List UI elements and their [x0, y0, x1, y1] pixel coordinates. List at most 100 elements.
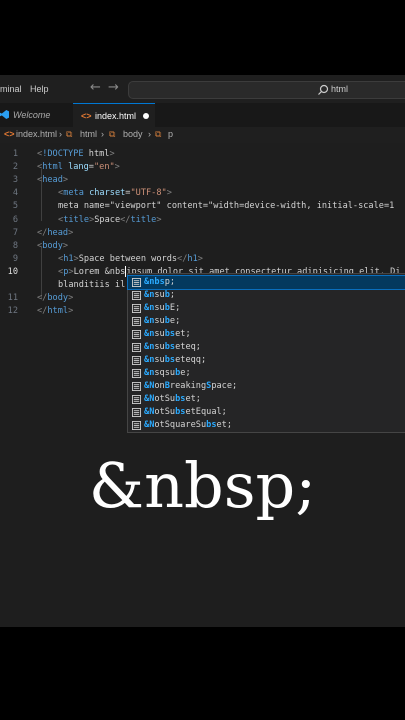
suggestion-label: &NotSubset; — [144, 394, 201, 404]
suggestion-label: &NotSubsetEqual; — [144, 407, 227, 417]
suggestion-item[interactable]: &nsubset; — [128, 328, 405, 341]
suggestion-label: &nsqsube; — [144, 368, 191, 378]
code-text: <body> — [37, 240, 69, 251]
snippet-symbol-icon — [132, 330, 141, 339]
snippet-symbol-icon — [132, 317, 141, 326]
line-number: 8 — [12, 240, 18, 251]
vscode-window: minal Help ← → html Welcome <> index.htm… — [0, 75, 405, 627]
element-icon: ⧉ — [109, 129, 116, 139]
arrow-left-icon[interactable]: ← — [90, 80, 101, 95]
code-line[interactable]: 8 <body> — [0, 240, 405, 253]
breadcrumb-body[interactable]: body — [123, 129, 143, 139]
snippet-symbol-icon — [132, 343, 141, 352]
snippet-symbol-icon — [132, 291, 141, 300]
snippet-symbol-icon — [132, 278, 141, 287]
search-icon — [318, 84, 329, 95]
suggestion-label: &nsubset; — [144, 329, 191, 339]
suggestion-label: &NonBreakingSpace; — [144, 381, 238, 391]
suggestion-item[interactable]: &nsqsube; — [128, 367, 405, 380]
suggestion-item[interactable]: &NonBreakingSpace; — [128, 380, 405, 393]
breadcrumb-p[interactable]: p — [168, 129, 173, 139]
code-text: <title>Space</title> — [58, 214, 162, 225]
line-number: 9 — [12, 253, 18, 264]
suggestion-label: &nsubseteqq; — [144, 355, 207, 365]
suggestion-item[interactable]: &NotSubset; — [128, 393, 405, 406]
line-number: 5 — [12, 201, 18, 212]
snippet-symbol-icon — [132, 408, 141, 417]
snippet-symbol-icon — [132, 382, 141, 391]
code-line[interactable]: 5 meta name="viewport" content="width=dev… — [0, 200, 405, 213]
chevron-right-icon: › — [59, 129, 62, 139]
modified-dot-icon[interactable] — [143, 113, 149, 119]
line-number: 6 — [12, 214, 18, 225]
code-text: </html> — [37, 306, 74, 317]
line-number: 3 — [12, 175, 18, 186]
suggestion-item[interactable]: &nsub; — [128, 289, 405, 302]
menu-help[interactable]: Help — [30, 84, 49, 94]
code-text: </body> — [37, 293, 74, 304]
title-bar: minal Help ← → html — [0, 75, 405, 104]
suggestion-item[interactable]: &nsubseteq; — [128, 341, 405, 354]
suggestion-item[interactable]: &nbsp; — [127, 275, 405, 290]
element-icon: ⧉ — [155, 129, 162, 139]
line-number: 4 — [12, 188, 18, 199]
command-center-search[interactable]: html — [128, 81, 405, 99]
suggestion-widget: &nbsp; &nsub; &nsubE; &nsube; &nsubset; &nsub… — [127, 273, 405, 433]
suggestion-label: &NotSquareSubset; — [144, 420, 233, 430]
line-number: 11 — [7, 293, 18, 304]
suggestion-label: &nsub; — [144, 290, 176, 300]
suggestion-label: &nsubE; — [144, 303, 181, 313]
code-line[interactable]: 6 <title>Space</title> — [0, 214, 405, 227]
chevron-right-icon: › — [101, 129, 104, 139]
breadcrumb-html[interactable]: html — [80, 129, 97, 139]
suggestion-item[interactable]: &NotSubsetEqual; — [128, 406, 405, 419]
code-text: <head> — [37, 175, 69, 186]
line-number: 2 — [12, 162, 18, 173]
element-icon: ⧉ — [66, 129, 73, 139]
line-number: 1 — [12, 149, 18, 159]
tab-index-html[interactable]: <> index.html — [73, 103, 155, 128]
code-text: <h1>Space between words</h1> — [58, 253, 203, 264]
code-line[interactable]: 1 <!DOCTYPE html> — [0, 148, 405, 161]
suggestion-item[interactable]: &nsubE; — [128, 302, 405, 315]
code-text: <!DOCTYPE html> — [37, 149, 115, 159]
snippet-symbol-icon — [132, 356, 141, 365]
code-line[interactable]: 4 <meta charset="UTF-8"> — [0, 187, 405, 200]
line-number: 10 — [7, 266, 18, 277]
code-text: meta name="viewport" content="width=devi… — [58, 201, 395, 212]
code-text: <html lang="en"> — [37, 162, 120, 173]
code-line[interactable]: 9 <h1>Space between words</h1> — [0, 253, 405, 266]
code-line[interactable]: 2 <html lang="en"> — [0, 161, 405, 174]
snippet-symbol-icon — [132, 304, 141, 313]
tab-welcome[interactable]: Welcome — [0, 103, 72, 127]
suggestion-item[interactable]: &NotSquareSubset; — [128, 419, 405, 432]
snippet-symbol-icon — [132, 395, 141, 404]
vscode-logo-icon — [0, 110, 9, 119]
menu-terminal[interactable]: minal — [0, 84, 22, 94]
line-number: 7 — [12, 227, 18, 238]
code-line[interactable]: 7 </head> — [0, 227, 405, 240]
line-number: 12 — [7, 306, 18, 317]
snippet-symbol-icon — [132, 369, 141, 378]
search-text: html — [331, 84, 349, 94]
suggestion-label: &nbsp; — [144, 277, 176, 287]
suggestion-item[interactable]: &nsube; — [128, 315, 405, 328]
code-text: </head> — [37, 227, 74, 238]
overlay-caption: &nbsp; — [88, 449, 317, 522]
breadcrumb: <> index.html › ⧉ html › ⧉ body › ⧉ p — [0, 127, 405, 143]
suggestion-item[interactable]: &nsubseteqq; — [128, 354, 405, 367]
arrow-right-icon[interactable]: → — [108, 80, 119, 95]
code-line[interactable]: 3 <head> — [0, 174, 405, 187]
tab-welcome-label: Welcome — [13, 110, 51, 120]
html-file-icon: <> — [81, 111, 92, 121]
tab-index-label: index.html — [95, 111, 137, 121]
chevron-right-icon: › — [148, 129, 151, 139]
code-text: blanditiis il — [58, 280, 126, 290]
code-text: <meta charset="UTF-8"> — [58, 188, 172, 199]
snippet-symbol-icon — [132, 421, 141, 430]
suggestion-label: &nsube; — [144, 316, 181, 326]
suggestion-label: &nsubseteq; — [144, 342, 201, 352]
breadcrumb-file[interactable]: index.html — [16, 129, 57, 139]
editor-tabs: Welcome <> index.html — [0, 103, 405, 128]
html-file-icon: <> — [4, 129, 15, 139]
